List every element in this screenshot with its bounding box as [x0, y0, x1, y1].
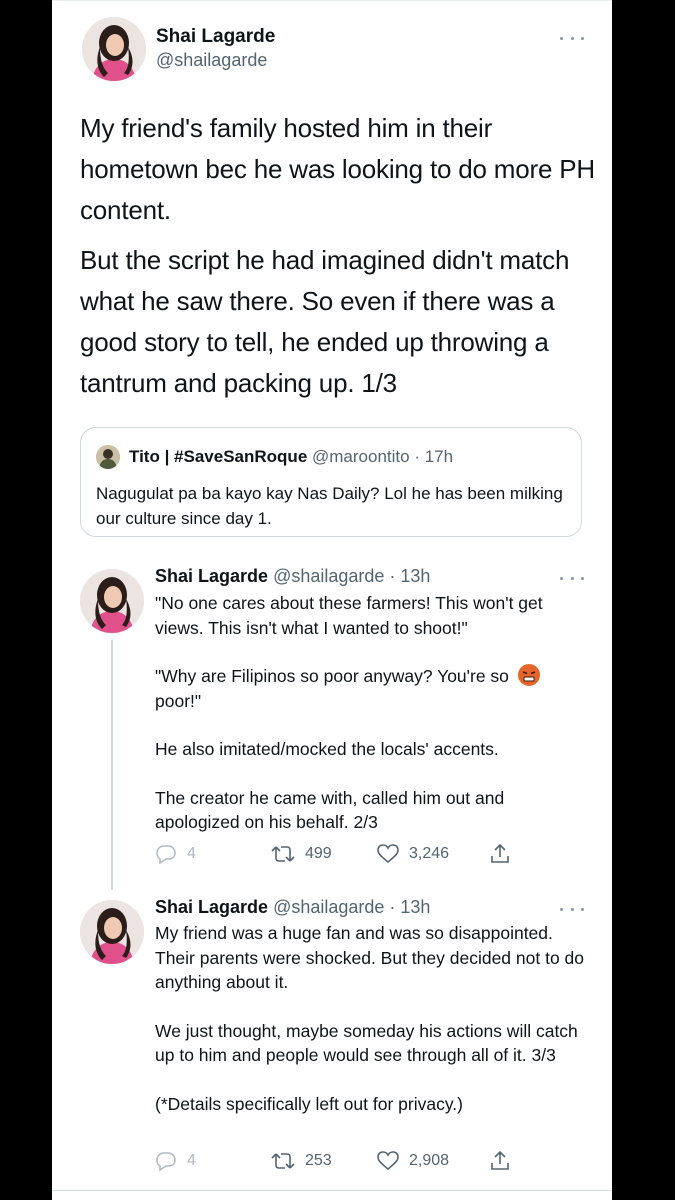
- reply-icon: [156, 1152, 176, 1171]
- retweet-count: 499: [305, 845, 332, 862]
- quoted-timestamp: · 17h: [414, 447, 454, 466]
- share-button[interactable]: [489, 842, 521, 866]
- like-count: 2,908: [409, 1152, 450, 1169]
- reply-paragraph: The creator he came with, called him out…: [155, 787, 505, 833]
- avatar[interactable]: [80, 569, 144, 633]
- reply-paragraph: We just thought, maybe someday his actio…: [155, 1020, 578, 1066]
- author-name[interactable]: Shai Lagarde: [156, 26, 275, 48]
- avatar[interactable]: [80, 900, 144, 964]
- quoted-author-handle: @maroontito: [312, 447, 410, 466]
- tweet-actions: 4 499 3,246: [155, 842, 555, 866]
- reply-line: "Why are Filipinos so poor anyway? You'r…: [155, 666, 509, 686]
- retweet-button[interactable]: 253: [271, 1149, 332, 1173]
- like-button[interactable]: 3,246: [377, 842, 449, 866]
- reply-count: 4: [187, 1152, 196, 1169]
- more-horizontal-icon[interactable]: [560, 574, 584, 582]
- heart-icon: [377, 1151, 399, 1171]
- reply-count: 4: [187, 845, 196, 862]
- more-horizontal-icon[interactable]: [560, 34, 584, 42]
- reply-icon: [156, 845, 176, 864]
- retweet-icon: [271, 846, 295, 862]
- reply-paragraph: "No one cares about these farmers! This …: [155, 593, 543, 638]
- author-name[interactable]: Shai Lagarde: [155, 897, 268, 917]
- avatar[interactable]: [82, 17, 146, 81]
- angry-face-emoji-icon: [517, 664, 540, 686]
- more-horizontal-icon[interactable]: [560, 905, 584, 913]
- retweet-icon: [271, 1153, 295, 1169]
- tweet-actions: 4 253 2,908: [155, 1149, 555, 1173]
- reply-text: "No one cares about these farmers! This …: [155, 591, 585, 835]
- author-name[interactable]: Shai Lagarde: [155, 566, 268, 586]
- quoted-author-name: Tito | #SaveSanRoque: [129, 447, 308, 466]
- author-handle[interactable]: @shailagarde: [156, 50, 267, 71]
- reply-paragraph: (*Details specifically left out for priv…: [155, 1093, 463, 1114]
- avatar: [96, 445, 120, 469]
- tweet-paragraph: My friend's family hosted him in their h…: [80, 113, 595, 225]
- share-icon: [491, 1150, 509, 1170]
- tweet-thread-card: Shai Lagarde @shailagarde My friend's fa…: [52, 0, 612, 1200]
- tweet-paragraph: But the script he had imagined didn't ma…: [80, 245, 570, 398]
- quoted-tweet[interactable]: Tito | #SaveSanRoque @maroontito · 17h N…: [80, 427, 582, 537]
- reply-header: Shai Lagarde @shailagarde · 13h: [155, 566, 430, 587]
- heart-icon: [377, 844, 399, 864]
- divider: [52, 1190, 612, 1191]
- reply-paragraph: My friend was a huge fan and was so disa…: [155, 923, 585, 992]
- share-icon: [491, 843, 509, 863]
- reply-line: poor!": [155, 690, 202, 711]
- divider: [52, 0, 612, 1]
- like-button[interactable]: 2,908: [377, 1149, 449, 1173]
- tweet-text: My friend's family hosted him in their h…: [80, 108, 600, 413]
- reply-paragraph: "Why are Filipinos so poor anyway? You'r…: [155, 664, 585, 713]
- reply-button[interactable]: 4: [155, 842, 196, 866]
- retweet-count: 253: [305, 1152, 332, 1169]
- quoted-tweet-text: Nagugulat pa ba kayo kay Nas Daily? Lol …: [96, 484, 563, 528]
- quoted-tweet-header: Tito | #SaveSanRoque @maroontito · 17h: [129, 447, 453, 467]
- thread-connector: [111, 640, 113, 890]
- reply-text: My friend was a huge fan and was so disa…: [155, 921, 585, 1116]
- author-meta: @shailagarde · 13h: [273, 897, 431, 917]
- like-count: 3,246: [409, 845, 450, 862]
- reply-paragraph: He also imitated/mocked the locals' acce…: [155, 739, 499, 759]
- share-button[interactable]: [489, 1149, 521, 1173]
- reply-button[interactable]: 4: [155, 1149, 196, 1173]
- author-meta: @shailagarde · 13h: [273, 566, 431, 586]
- retweet-button[interactable]: 499: [271, 842, 332, 866]
- reply-header: Shai Lagarde @shailagarde · 13h: [155, 897, 430, 918]
